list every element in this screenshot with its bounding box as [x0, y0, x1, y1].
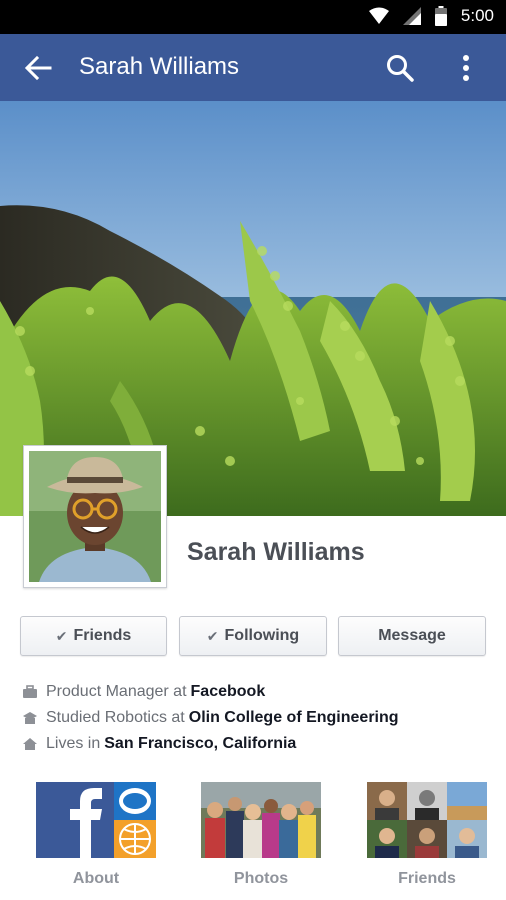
profile-name: Sarah Williams [187, 538, 365, 566]
friends-tile[interactable] [367, 782, 487, 858]
wifi-icon [368, 7, 389, 24]
message-button[interactable]: Message [338, 616, 486, 656]
info-work-prefix: Product Manager at [46, 683, 187, 700]
info-education: Studied Robotics at Olin College of Engi… [22, 709, 399, 727]
checkmark-icon: ✔ [206, 627, 219, 644]
info-home-prefix: Lives in [46, 735, 101, 752]
status-bar: 5:00 [0, 0, 506, 34]
avatar [29, 451, 161, 582]
photos-tile[interactable] [201, 782, 321, 858]
info-home-value[interactable]: San Francisco, California [104, 735, 296, 753]
following-button-label: Following [224, 627, 300, 644]
search-icon[interactable] [384, 52, 416, 84]
about-tile[interactable] [36, 782, 156, 858]
status-time: 5:00 [460, 6, 494, 25]
info-education-prefix: Studied Robotics at [46, 709, 185, 726]
home-icon [23, 738, 37, 750]
profile-picture[interactable] [23, 445, 167, 588]
app-bar: Sarah Williams [0, 34, 506, 101]
checkmark-icon: ✔ [55, 627, 68, 644]
friends-button-label: Friends [73, 627, 132, 644]
back-arrow-icon[interactable] [22, 53, 54, 83]
info-work: Product Manager at Facebook [22, 683, 265, 701]
app-bar-title: Sarah Williams [79, 53, 240, 80]
message-button-label: Message [378, 627, 446, 644]
friends-button[interactable]: ✔ Friends [20, 616, 167, 656]
info-home: Lives in San Francisco, California [22, 735, 296, 753]
about-label[interactable]: About [36, 870, 156, 888]
battery-icon [434, 6, 447, 26]
school-icon [23, 712, 37, 724]
signal-icon [402, 7, 421, 25]
friends-label[interactable]: Friends [367, 870, 487, 888]
following-button[interactable]: ✔ Following [179, 616, 327, 656]
info-work-value[interactable]: Facebook [191, 683, 266, 701]
more-vert-icon[interactable] [455, 52, 477, 84]
info-education-value[interactable]: Olin College of Engineering [189, 709, 399, 727]
briefcase-icon [23, 685, 37, 698]
photos-label[interactable]: Photos [201, 870, 321, 888]
